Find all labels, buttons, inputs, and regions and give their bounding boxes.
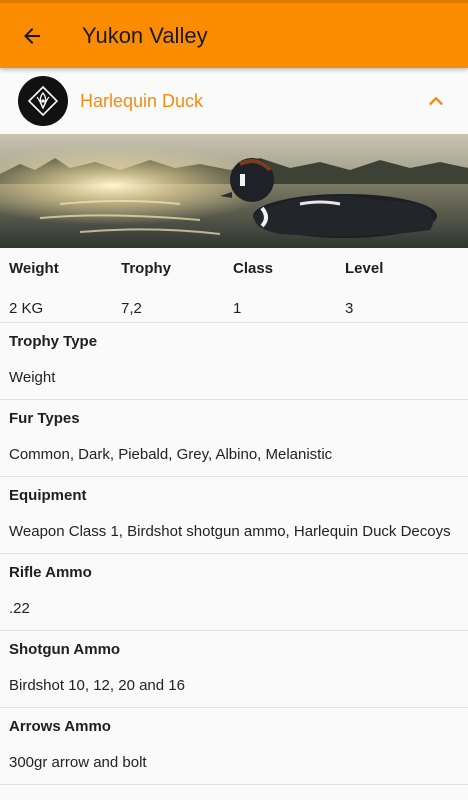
chevron-up-icon — [429, 97, 443, 105]
section-body: Birdshot 10, 12, 20 and 16 — [9, 677, 185, 694]
section-rifle-ammo: Rifle Ammo .22 — [0, 554, 468, 631]
stat-value-trophy: 7,2 — [121, 299, 142, 317]
section-equipment: Equipment Weapon Class 1, Birdshot shotg… — [0, 477, 468, 554]
stat-value-weight: 2 KG — [9, 299, 44, 317]
section-body: .22 — [9, 600, 30, 617]
stats-table: Weight Trophy Class Level 2 KG 7,2 1 3 — [0, 248, 468, 323]
section-title: Arrows Ammo — [9, 718, 111, 735]
section-body: Common, Dark, Piebald, Grey, Albino, Mel… — [9, 446, 333, 463]
section-title: Shotgun Ammo — [9, 641, 121, 658]
section-shotgun-ammo: Shotgun Ammo Birdshot 10, 12, 20 and 16 — [0, 631, 468, 708]
page-title: Yukon Valley — [82, 22, 208, 48]
section-body: Weight — [9, 369, 56, 386]
hunting-emblem-icon — [18, 76, 68, 126]
stat-header-class: Class — [233, 260, 274, 277]
stat-header-weight: Weight — [9, 260, 59, 277]
section-trophy-type: Trophy Type Weight — [0, 323, 468, 400]
section-title: Trophy Type — [9, 333, 98, 350]
back-button[interactable] — [0, 4, 64, 68]
section-body: Weapon Class 1, Birdshot shotgun ammo, H… — [9, 523, 451, 540]
stat-header-level: Level — [345, 260, 384, 277]
animal-photo — [0, 134, 468, 248]
stat-value-level: 3 — [345, 299, 354, 317]
collapse-button[interactable] — [422, 87, 450, 115]
app-bar: Yukon Valley — [0, 0, 468, 68]
section-title: Equipment — [9, 487, 87, 504]
section-title: Fur Types — [9, 410, 80, 427]
section-fur-types: Fur Types Common, Dark, Piebald, Grey, A… — [0, 400, 468, 477]
stat-value-class: 1 — [233, 299, 242, 317]
section-title: Rifle Ammo — [9, 564, 92, 581]
section-arrows-ammo: Arrows Ammo 300gr arrow and bolt — [0, 708, 468, 785]
section-body: 300gr arrow and bolt — [9, 754, 147, 771]
stat-header-trophy: Trophy — [121, 260, 172, 277]
animal-header[interactable]: Harlequin Duck — [0, 68, 468, 134]
arrow-left-icon — [24, 27, 40, 44]
animal-name: Harlequin Duck — [80, 90, 204, 111]
